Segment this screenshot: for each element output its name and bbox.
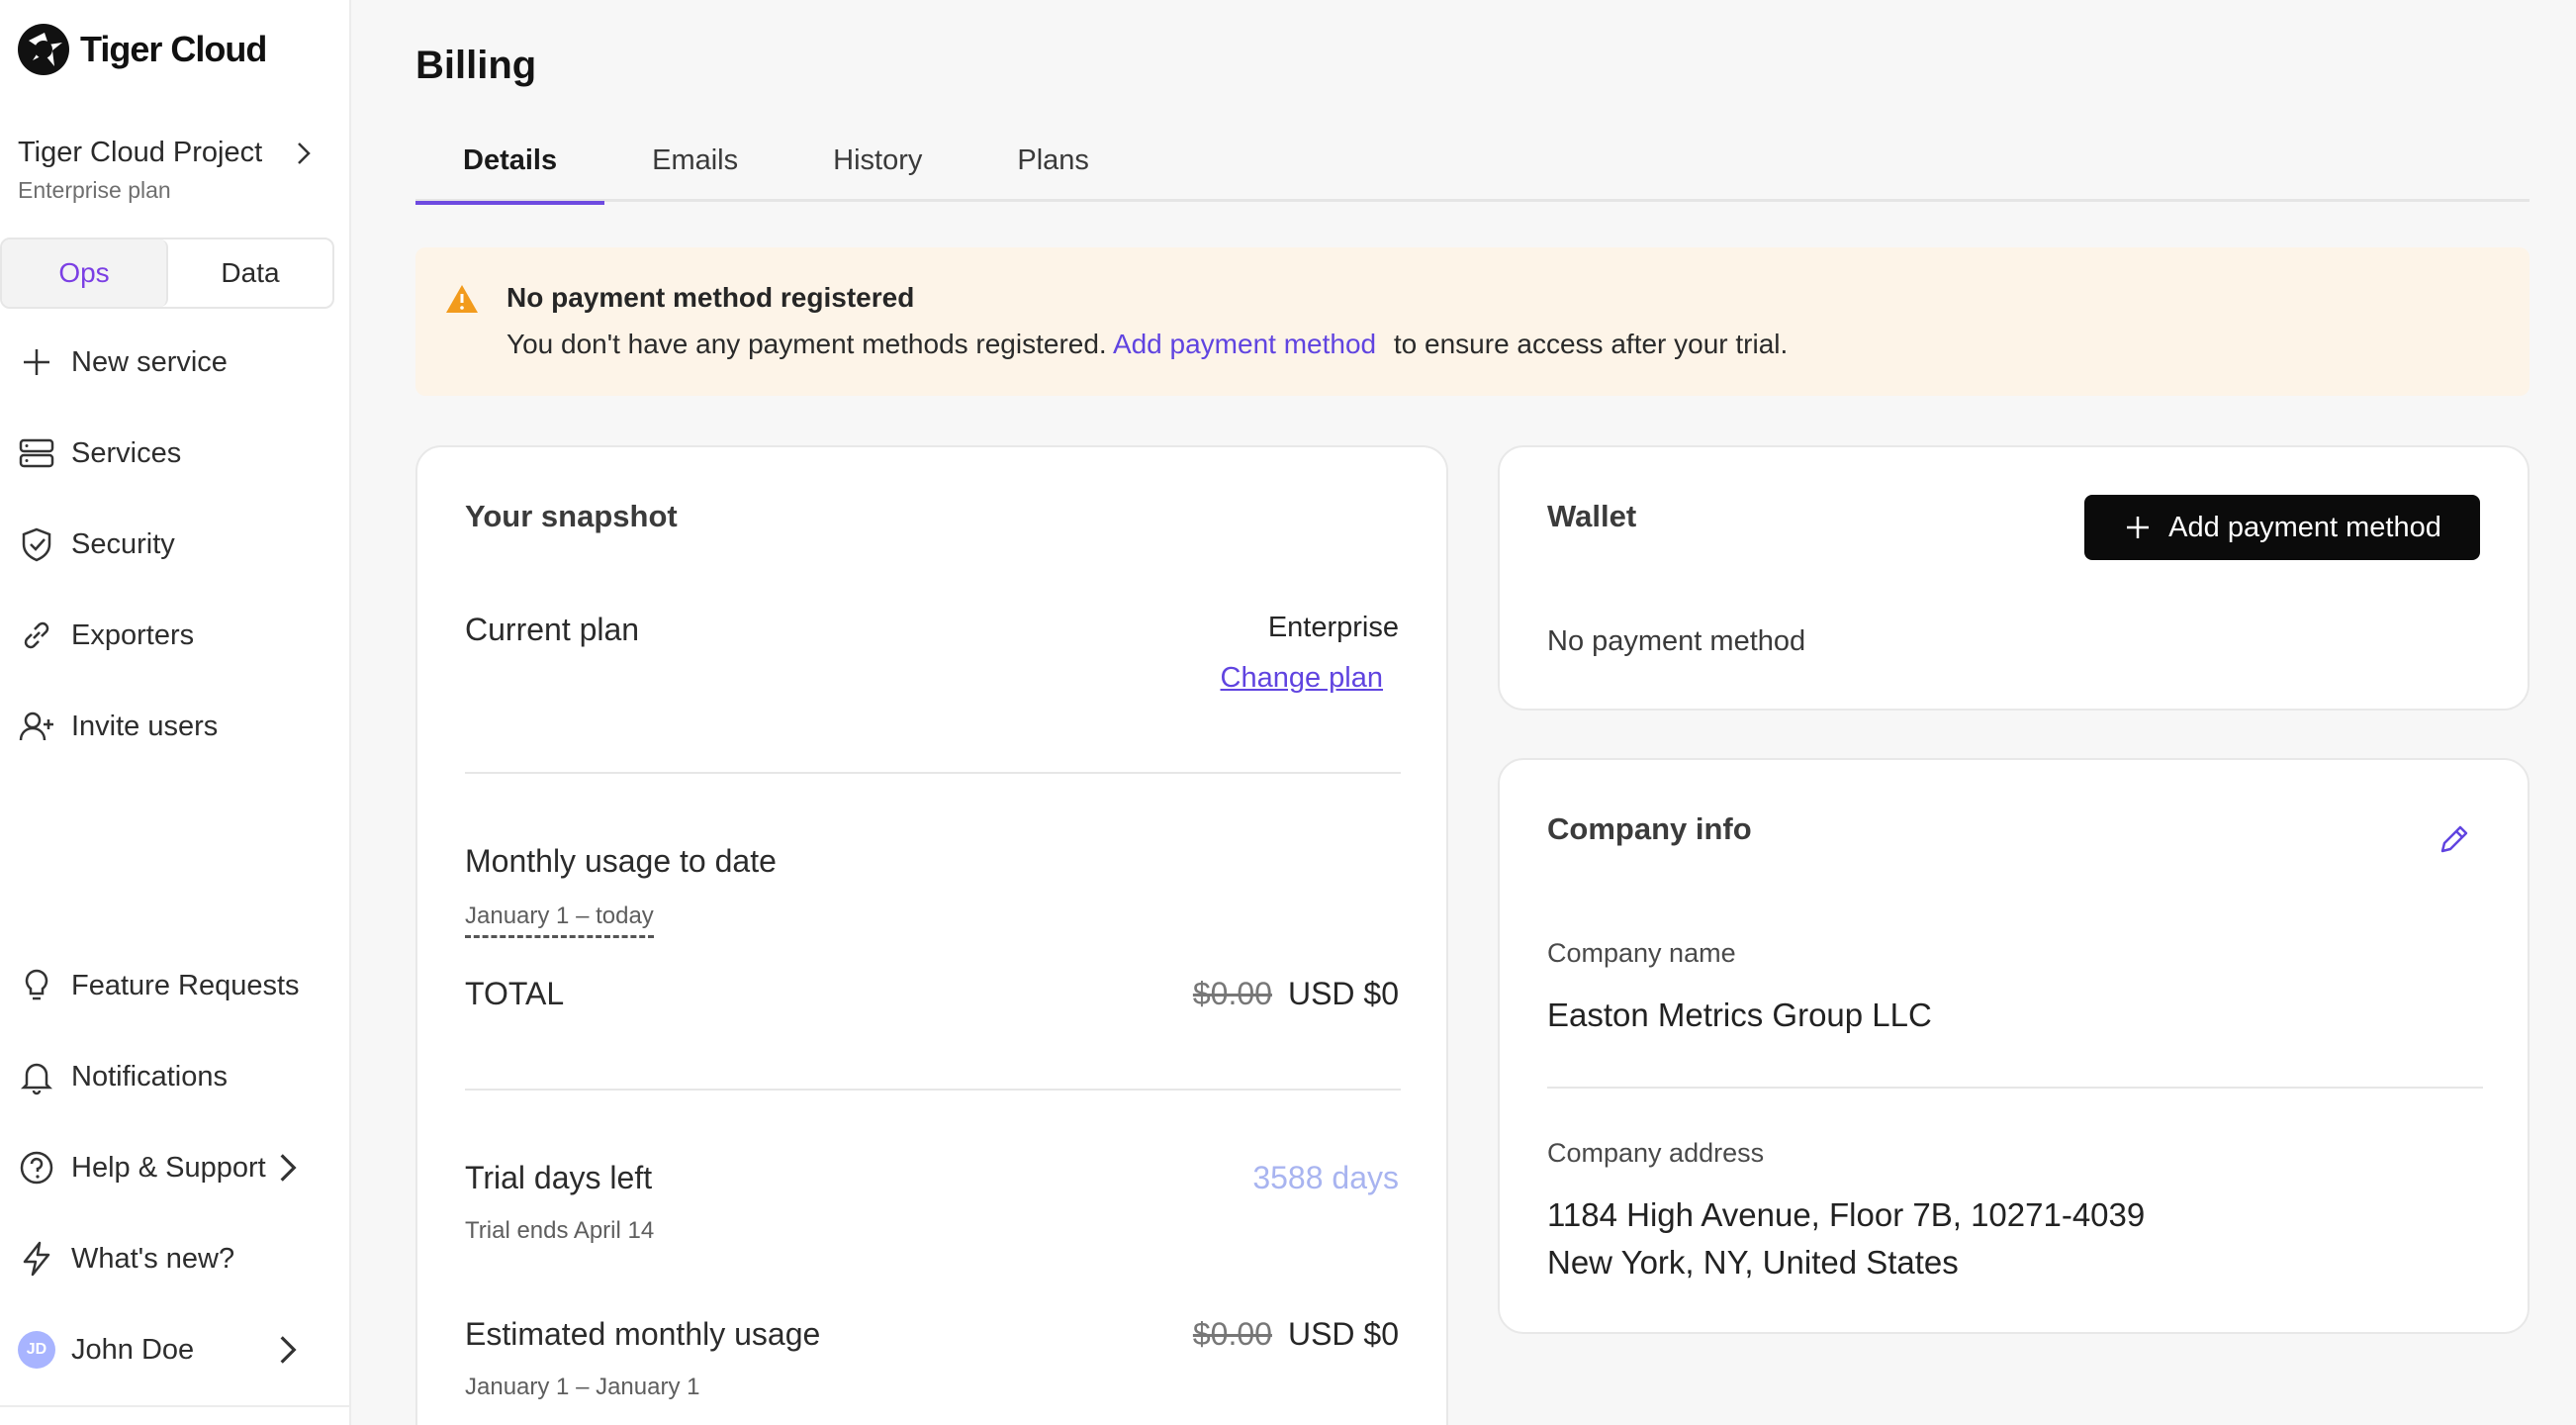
mode-toggle: Ops Data: [0, 238, 334, 309]
current-plan-value: Enterprise: [1267, 612, 1399, 643]
alert-title: No payment method registered: [506, 282, 915, 313]
estimated-old: $0.00: [1192, 1316, 1272, 1352]
estimated-new: USD $0: [1287, 1316, 1399, 1352]
avatar: JD: [18, 1331, 55, 1369]
sidebar-item-security[interactable]: Security: [18, 499, 334, 590]
project-plan: Enterprise plan: [18, 177, 171, 203]
sidebar-divider: [0, 1405, 351, 1407]
monthly-usage-range-text: January 1 – today: [465, 902, 654, 938]
tab-plans[interactable]: Plans: [969, 139, 1137, 202]
total-amount: $0.00 USD $0: [1193, 976, 1399, 1012]
project-switcher[interactable]: Tiger Cloud Project Enterprise plan: [18, 137, 334, 204]
link-icon: [24, 621, 49, 649]
tab-details[interactable]: Details: [415, 139, 605, 205]
sidebar-nav-bottom: Feature Requests Notifications Help & Su…: [18, 940, 334, 1395]
sidebar-item-label: Help & Support: [71, 1151, 266, 1184]
sidebar-item-invite-users[interactable]: Invite users: [18, 681, 334, 772]
user-menu[interactable]: JD John Doe: [18, 1304, 334, 1395]
alert-body-prefix: You don't have any payment methods regis…: [506, 329, 1107, 359]
sidebar-item-label: New service: [71, 345, 228, 378]
company-name-label: Company name: [1547, 938, 1736, 968]
total-label: TOTAL: [465, 976, 565, 1011]
wallet-title: Wallet: [1547, 499, 1637, 533]
sidebar-item-notifications[interactable]: Notifications: [18, 1031, 334, 1122]
sidebar-item-label: Feature Requests: [71, 969, 300, 1001]
tiger-logo-icon: [18, 24, 69, 75]
sidebar-item-help-support[interactable]: Help & Support: [18, 1122, 334, 1213]
monthly-usage-range[interactable]: January 1 – today: [465, 902, 654, 938]
divider: [1547, 1087, 2483, 1089]
total-old: $0.00: [1192, 976, 1272, 1011]
company-address-label: Company address: [1547, 1138, 1765, 1168]
estimated-amount: $0.00 USD $0: [1193, 1316, 1399, 1353]
lightning-icon: [23, 1241, 50, 1277]
brand-logo[interactable]: Tiger Cloud: [15, 20, 267, 79]
total-new: USD $0: [1287, 976, 1399, 1011]
sidebar-item-label: Notifications: [71, 1060, 228, 1092]
warning-icon: [446, 285, 478, 313]
alert-body-suffix: to ensure access after your trial.: [1393, 329, 1789, 359]
lightbulb-icon: [25, 969, 48, 1000]
chevron-right-icon: [298, 142, 311, 164]
current-plan-label: Current plan: [465, 612, 640, 647]
tab-emails[interactable]: Emails: [604, 139, 785, 202]
payment-warning-alert: No payment method registered You don't h…: [415, 247, 2530, 396]
toggle-data[interactable]: Data: [168, 239, 332, 307]
company-name-value: Easton Metrics Group LLC: [1547, 997, 1932, 1033]
sidebar-item-services[interactable]: Services: [18, 408, 334, 499]
sidebar: Tiger Cloud Tiger Cloud Project Enterpri…: [0, 0, 351, 1425]
page-title: Billing: [415, 44, 537, 87]
sidebar-item-label: What's new?: [71, 1242, 235, 1275]
sidebar-item-new-service[interactable]: New service: [18, 317, 334, 408]
server-icon: [19, 438, 54, 468]
change-plan-link[interactable]: Change plan: [1221, 662, 1383, 695]
snapshot-title: Your snapshot: [465, 499, 678, 533]
snapshot-card: Your snapshot Current plan Enterprise Ch…: [415, 445, 1448, 1425]
sidebar-item-label: Exporters: [71, 618, 195, 651]
billing-tabs: Details Emails History Plans: [415, 139, 2530, 205]
plus-icon: [2127, 517, 2150, 538]
toggle-ops[interactable]: Ops: [2, 239, 168, 307]
sidebar-item-label: Services: [71, 436, 182, 469]
wallet-card: Wallet Add payment method No payment met…: [1498, 445, 2530, 711]
sidebar-item-label: Invite users: [71, 710, 219, 742]
estimated-usage-label: Estimated monthly usage: [465, 1316, 821, 1352]
sidebar-item-label: Security: [71, 527, 175, 560]
brand-name: Tiger Cloud: [80, 29, 267, 69]
main-content: Billing Details Emails History Plans No …: [353, 0, 2576, 1425]
shield-check-icon: [22, 527, 51, 562]
help-circle-icon: [20, 1151, 53, 1185]
bell-icon: [20, 1063, 53, 1095]
user-name: John Doe: [71, 1333, 195, 1366]
user-plus-icon: [19, 712, 53, 741]
chevron-right-icon: [280, 1154, 297, 1182]
add-payment-method-button[interactable]: Add payment method: [2084, 495, 2480, 560]
trial-days-value: 3588 days: [1252, 1160, 1399, 1195]
chevron-right-icon: [280, 1336, 297, 1364]
tab-history[interactable]: History: [785, 139, 969, 202]
divider: [465, 1089, 1401, 1091]
trial-ends: Trial ends April 14: [465, 1217, 655, 1244]
trial-days-label: Trial days left: [465, 1160, 653, 1195]
project-name: Tiger Cloud Project: [18, 137, 263, 168]
company-info-card: Company info Company name Easton Metrics…: [1498, 758, 2530, 1334]
sidebar-nav-top: New service Services Security Exporters …: [18, 317, 334, 772]
company-info-title: Company info: [1547, 811, 1752, 846]
company-address-line1: 1184 High Avenue, Floor 7B, 10271-4039: [1547, 1196, 2146, 1233]
divider: [465, 772, 1401, 774]
sidebar-item-feature-requests[interactable]: Feature Requests: [18, 940, 334, 1031]
alert-body: You don't have any payment methods regis…: [506, 329, 1788, 360]
company-address-line2: New York, NY, United States: [1547, 1244, 1959, 1281]
no-payment-method-text: No payment method: [1547, 625, 1806, 657]
sidebar-item-exporters[interactable]: Exporters: [18, 590, 334, 681]
plus-icon: [24, 349, 49, 375]
add-payment-method-link[interactable]: Add payment method: [1113, 329, 1376, 359]
add-payment-method-label: Add payment method: [2168, 511, 2441, 543]
monthly-usage-label: Monthly usage to date: [465, 843, 777, 879]
pencil-icon[interactable]: [2437, 823, 2470, 857]
sidebar-item-whats-new[interactable]: What's new?: [18, 1213, 334, 1304]
estimated-range: January 1 – January 1: [465, 1374, 700, 1400]
